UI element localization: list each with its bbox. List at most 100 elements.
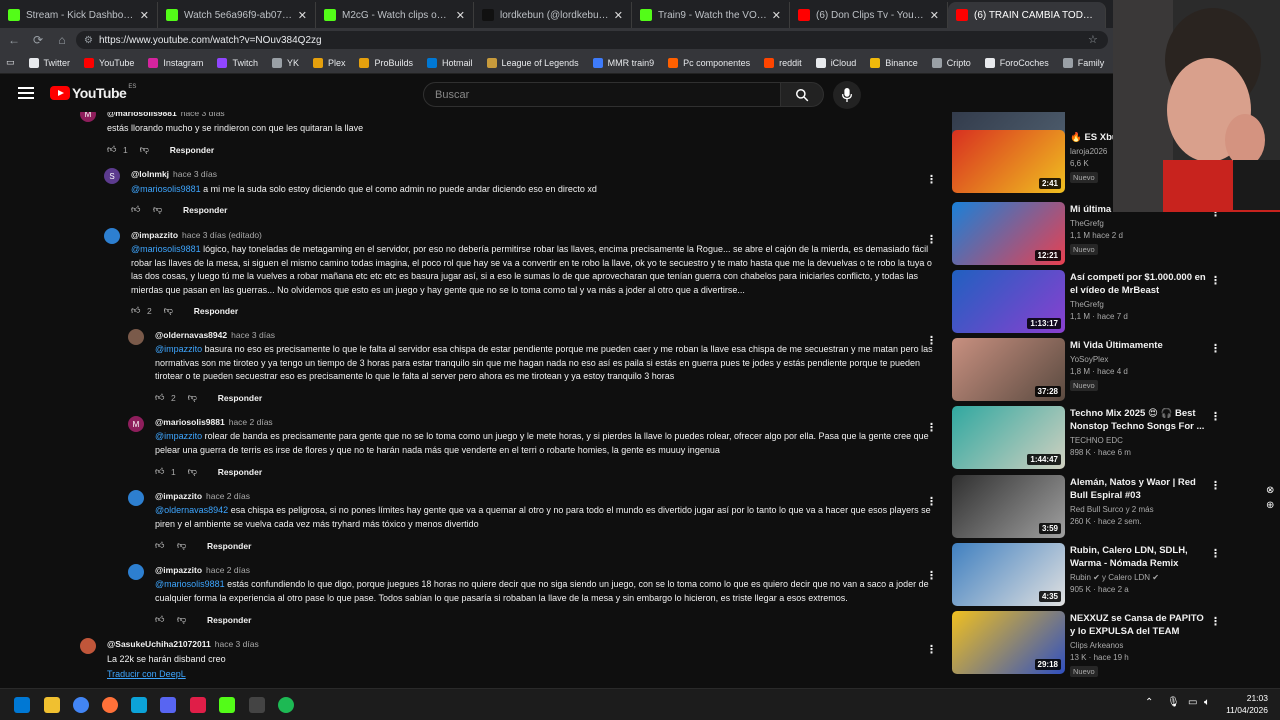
video-thumbnail[interactable]: 37:28 (952, 338, 1065, 401)
comment-more-icon[interactable]: ⋮ (926, 233, 937, 246)
video-title[interactable]: NEXXUZ se Cansa de PAPITO y lo EXPULSA d… (1070, 613, 1206, 639)
discord-icon[interactable] (160, 697, 176, 713)
browser-tab[interactable]: lordkebun (@lordkebun) | TikTok ✕ (474, 2, 632, 28)
comment-author[interactable]: @impazzito (131, 230, 178, 240)
video-more-icon[interactable]: ⋮ (1210, 274, 1221, 287)
tab-close-icon[interactable]: ✕ (930, 9, 939, 22)
add-icon[interactable]: ⊕ (1266, 500, 1274, 511)
chrome-icon[interactable] (73, 697, 89, 713)
bookmark-item[interactable]: Twitter (28, 57, 70, 68)
video-title[interactable]: Techno Mix 2025 😍 🎧 Best Nonstop Techno … (1070, 408, 1206, 433)
youtube-logo[interactable]: YouTube ES (50, 84, 136, 101)
video-more-icon[interactable]: ⋮ (1210, 615, 1221, 628)
video-thumbnail[interactable]: 29:18 (952, 611, 1065, 674)
video-channel[interactable]: TECHNO EDC (1070, 436, 1123, 445)
dislike-icon[interactable]: 👎︎ (177, 540, 189, 552)
video-more-icon[interactable]: ⋮ (1210, 547, 1221, 560)
comment-timestamp[interactable]: hace 2 días (229, 417, 273, 427)
adobe-icon[interactable] (190, 697, 206, 713)
like-icon[interactable]: 👍︎ (155, 466, 167, 478)
video-thumbnail[interactable]: 1:13:17 (952, 270, 1065, 333)
tray-chevron-icon[interactable]: ⌃ (1145, 697, 1153, 708)
video-title[interactable]: Alemán, Natos y Waor | Red Bull Espiral … (1070, 477, 1206, 502)
commenter-avatar[interactable] (128, 564, 144, 580)
obs-icon[interactable] (249, 697, 265, 713)
spotify-icon[interactable] (278, 697, 294, 713)
system-clock[interactable]: 21:03 11/04/2026 (1226, 692, 1268, 716)
bookmark-item[interactable]: Pc componentes (668, 57, 750, 68)
dislike-icon[interactable]: 👎︎ (177, 614, 189, 626)
file-explorer-icon[interactable] (44, 697, 60, 713)
edge-icon[interactable] (131, 697, 147, 713)
reply-button[interactable]: Responder (218, 467, 262, 477)
bookmark-item[interactable]: YK (271, 57, 299, 68)
comment-mention-link[interactable]: @impazzito (155, 431, 202, 441)
reply-button[interactable]: Responder (170, 145, 214, 155)
back-icon[interactable]: ← (2, 33, 26, 47)
reply-button[interactable]: Responder (207, 541, 251, 551)
video-channel[interactable]: Red Bull Surco y 2 más (1070, 505, 1154, 514)
bookmark-item[interactable]: Binance (870, 57, 918, 68)
bookmark-item[interactable]: YouTube (84, 57, 134, 68)
video-channel[interactable]: Rubin ✔ y Calero LDN ✔ (1070, 573, 1159, 582)
translate-deepl-link[interactable]: Traducir con DeepL (107, 669, 186, 679)
bookmark-star-icon[interactable]: ☆ (1088, 33, 1098, 46)
comment-author[interactable]: @impazzito (155, 491, 202, 501)
related-video-item[interactable]: 1:13:17 Así competí por $1.000.000 en el … (952, 270, 1230, 334)
video-title[interactable]: Mi Vida Últimamente (1070, 340, 1206, 353)
like-icon[interactable]: 👍︎ (155, 392, 167, 404)
video-more-icon[interactable]: ⋮ (1210, 410, 1221, 423)
video-channel[interactable]: laroja2026 (1070, 147, 1107, 156)
comment-timestamp[interactable]: hace 2 días (206, 491, 250, 501)
video-thumbnail[interactable]: 3:59 (952, 475, 1065, 538)
comment-author[interactable]: @mariosolis9881 (155, 417, 225, 427)
reply-button[interactable]: Responder (207, 615, 251, 625)
reply-button[interactable]: Responder (183, 205, 227, 215)
dislike-icon[interactable]: 👎︎ (153, 204, 165, 216)
comment-more-icon[interactable]: ⋮ (926, 495, 937, 508)
address-bar[interactable]: ⚙ https://www.youtube.com/watch?v=NOuv38… (76, 31, 1108, 49)
like-icon[interactable]: 👍︎ (107, 144, 119, 156)
comment-mention-link[interactable]: @mariosolis9881 (155, 579, 225, 589)
bookmark-item[interactable]: League of Legends (486, 57, 579, 68)
firefox-icon[interactable] (102, 697, 118, 713)
dislike-icon[interactable]: 👎︎ (188, 466, 200, 478)
commenter-avatar[interactable] (128, 490, 144, 506)
bookmark-item[interactable]: ForoCoches (984, 57, 1049, 68)
tray-network-icon[interactable]: ▭ (1188, 697, 1197, 708)
comment-more-icon[interactable]: ⋮ (926, 334, 937, 347)
video-channel[interactable]: TheGrefg (1070, 219, 1104, 228)
like-icon[interactable]: 👍︎ (131, 204, 143, 216)
comment-author[interactable]: @mariosolis9881 (107, 112, 177, 118)
tab-close-icon[interactable]: ✕ (614, 9, 623, 22)
commenter-avatar[interactable] (128, 329, 144, 345)
tab-close-icon[interactable]: ✕ (772, 9, 781, 22)
comment-timestamp[interactable]: hace 3 días (215, 639, 259, 649)
comment-mention-link[interactable]: @impazzito (155, 344, 202, 354)
video-channel[interactable]: Clips Arkeanos (1070, 641, 1123, 650)
related-video-item[interactable]: 1:44:47 Techno Mix 2025 😍 🎧 Best Nonstop … (952, 406, 1230, 470)
comment-author[interactable]: @SasukeUchiha21072011 (107, 639, 211, 649)
bookmark-item[interactable]: iCloud (815, 57, 856, 68)
dislike-icon[interactable]: 👎︎ (140, 144, 152, 156)
browser-tab[interactable]: Stream - Kick Dashboard ✕ (0, 2, 158, 28)
tab-close-icon[interactable]: ✕ (140, 9, 149, 22)
related-video-item[interactable]: 29:18 NEXXUZ se Cansa de PAPITO y lo EXPU… (952, 611, 1230, 677)
comment-timestamp[interactable]: hace 3 días (editado) (182, 230, 262, 240)
comment-more-icon[interactable]: ⋮ (926, 421, 937, 434)
comment-more-icon[interactable]: ⋮ (926, 643, 937, 656)
search-button[interactable] (780, 82, 824, 107)
related-video-item[interactable]: 37:28 Mi Vida Últimamente YoSoyPlex 1,8 M ·… (952, 338, 1230, 402)
like-icon[interactable]: 👍︎ (155, 614, 167, 626)
close-popup-icon[interactable]: ⊗ (1266, 485, 1274, 496)
comment-author[interactable]: @lolnmkj (131, 169, 169, 179)
comment-mention-link[interactable]: @mariosolis9881 (131, 244, 201, 254)
video-title[interactable]: Así competí por $1.000.000 en el vídeo d… (1070, 272, 1206, 297)
tab-close-icon[interactable]: ✕ (298, 9, 307, 22)
reply-button[interactable]: Responder (218, 393, 262, 403)
browser-tab[interactable]: (6) Don Clips Tv - YouTube ✕ (790, 2, 948, 28)
browser-tab[interactable]: M2cG - Watch clips on Kick ✕ (316, 2, 474, 28)
bookmark-item[interactable]: Plex (312, 57, 345, 68)
commenter-avatar[interactable] (80, 638, 96, 654)
windows-start-icon[interactable] (14, 697, 30, 713)
